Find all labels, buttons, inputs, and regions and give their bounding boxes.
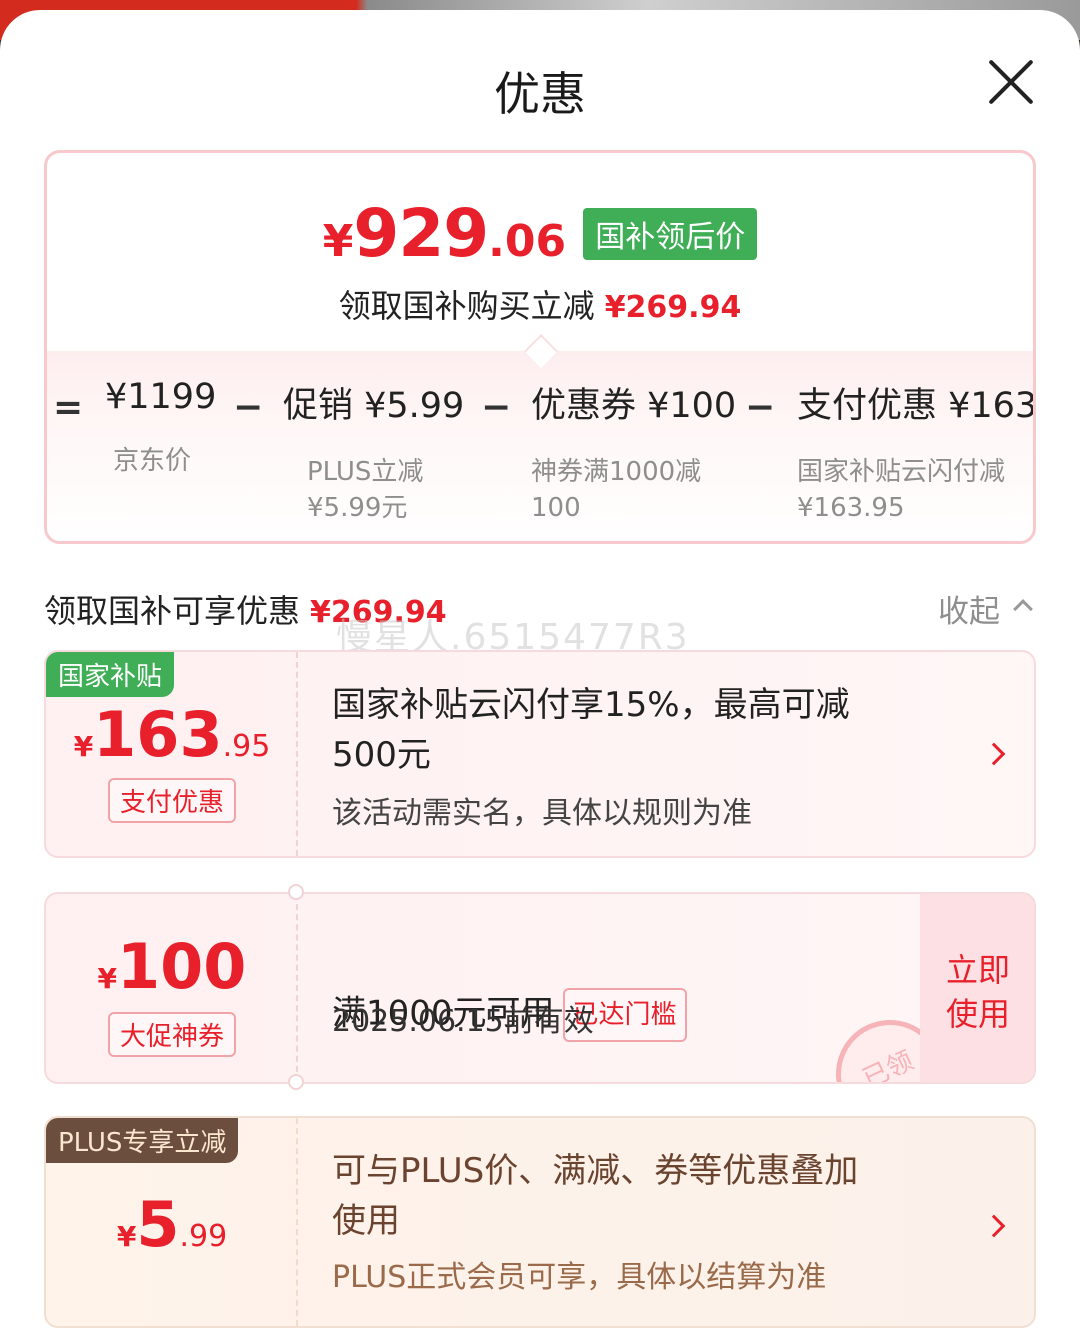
final-price: ¥929.06 <box>322 195 567 272</box>
close-icon[interactable] <box>985 56 1037 108</box>
coupon-subtitle: PLUS正式会员可享，具体以结算为准 <box>332 1260 827 1295</box>
final-price-row: ¥929.06 国补领后价 <box>47 195 1033 272</box>
coupon-amount: ¥100 <box>97 930 247 1003</box>
coupon-badge: 国家补贴 <box>46 652 175 697</box>
use-now-button[interactable]: 立即 使用 <box>920 894 1034 1082</box>
ticket-hole <box>288 884 304 900</box>
chevron-right-icon[interactable] <box>982 742 1006 766</box>
coupon-subtitle: 该活动需实名，具体以规则为准 <box>332 796 752 831</box>
coupon-validity: 2025.06.15前有效 <box>332 1004 594 1039</box>
coupon-badge: PLUS专享立减 <box>46 1118 239 1163</box>
coupon-card-mega-coupon[interactable]: ¥100 大促神券 满1000元可用 已达门槛 2025.06.15前有效 已领 … <box>44 892 1036 1084</box>
coupon-type-pill: 支付优惠 <box>108 778 236 823</box>
collapse-button[interactable]: 收起 <box>938 586 1000 631</box>
coupon-card-plus[interactable]: PLUS专享立减 ¥5.99 可与PLUS价、满减、券等优惠叠加 使用 PLUS… <box>44 1116 1036 1328</box>
breakdown-item-payment: 支付优惠 ¥163.9 国家补贴云闪付减 ¥163.95 <box>797 386 1036 523</box>
final-price-subtitle: 领取国补购买立减 ¥269.94 <box>338 287 742 325</box>
ticket-hole <box>288 1074 304 1090</box>
coupon-title: 可与PLUS价、满减、券等优惠叠加 使用 <box>332 1151 859 1241</box>
coupon-title: 国家补贴云闪付享15%，最高可减 500元 <box>332 685 850 775</box>
minus-sign: − <box>481 387 512 428</box>
minus-sign: − <box>745 387 776 428</box>
coupon-amount: ¥5.99 <box>116 1188 228 1261</box>
discount-sheet: 优惠 ¥929.06 国补领后价 领取国补购买立减 ¥269.94 = ¥1199… <box>0 10 1080 1334</box>
coupon-card-national-subsidy[interactable]: 国家补贴 ¥163.95 支付优惠 国家补贴云闪付享15%，最高可减 500元 … <box>44 650 1036 858</box>
coupon-type-pill: 大促神券 <box>108 1012 236 1057</box>
breakdown-item-promo: 促销 ¥5.99 PLUS立减 ¥5.99元 <box>283 386 465 523</box>
breakdown-item-coupon: 优惠券 ¥100 神券满1000减 100 <box>531 386 737 523</box>
price-summary-card: ¥929.06 国补领后价 领取国补购买立减 ¥269.94 = ¥1199 京东… <box>44 150 1036 544</box>
chevron-right-icon[interactable] <box>982 1214 1006 1238</box>
minus-sign: − <box>233 387 264 428</box>
coupon-amount: ¥163.95 <box>73 698 271 771</box>
subtitle-amount: ¥269.94 <box>604 290 742 325</box>
final-price-tag: 国补领后价 <box>583 208 758 260</box>
chevron-up-icon[interactable] <box>1013 599 1033 619</box>
equals-sign: = <box>53 387 84 428</box>
breakdown-item-jd-price: ¥1199 京东价 <box>105 377 217 476</box>
sheet-title: 优惠 <box>494 67 586 121</box>
